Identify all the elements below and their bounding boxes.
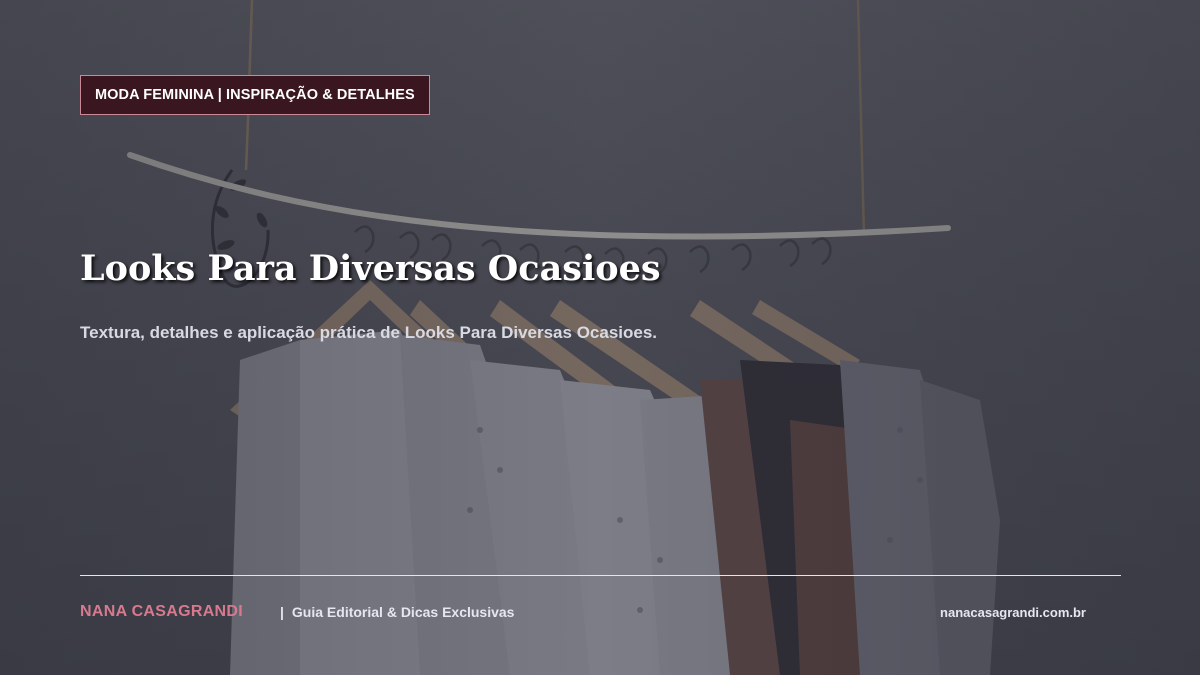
footer-divider [80, 575, 1121, 576]
category-badge[interactable]: MODA FEMININA | INSPIRAÇÃO & DETALHES [80, 75, 430, 115]
footer-separator: | [280, 604, 284, 620]
brand-name[interactable]: NANA CASAGRANDI [80, 603, 243, 621]
footer-tagline: | Guia Editorial & Dicas Exclusivas [280, 604, 514, 620]
article-subtitle: Textura, detalhes e aplicação prática de… [80, 323, 658, 342]
site-url-link[interactable]: nanacasagrandi.com.br [940, 605, 1086, 620]
tagline-text: Guia Editorial & Dicas Exclusivas [291, 604, 515, 620]
article-title: Looks Para Diversas Ocasioes [80, 248, 661, 289]
